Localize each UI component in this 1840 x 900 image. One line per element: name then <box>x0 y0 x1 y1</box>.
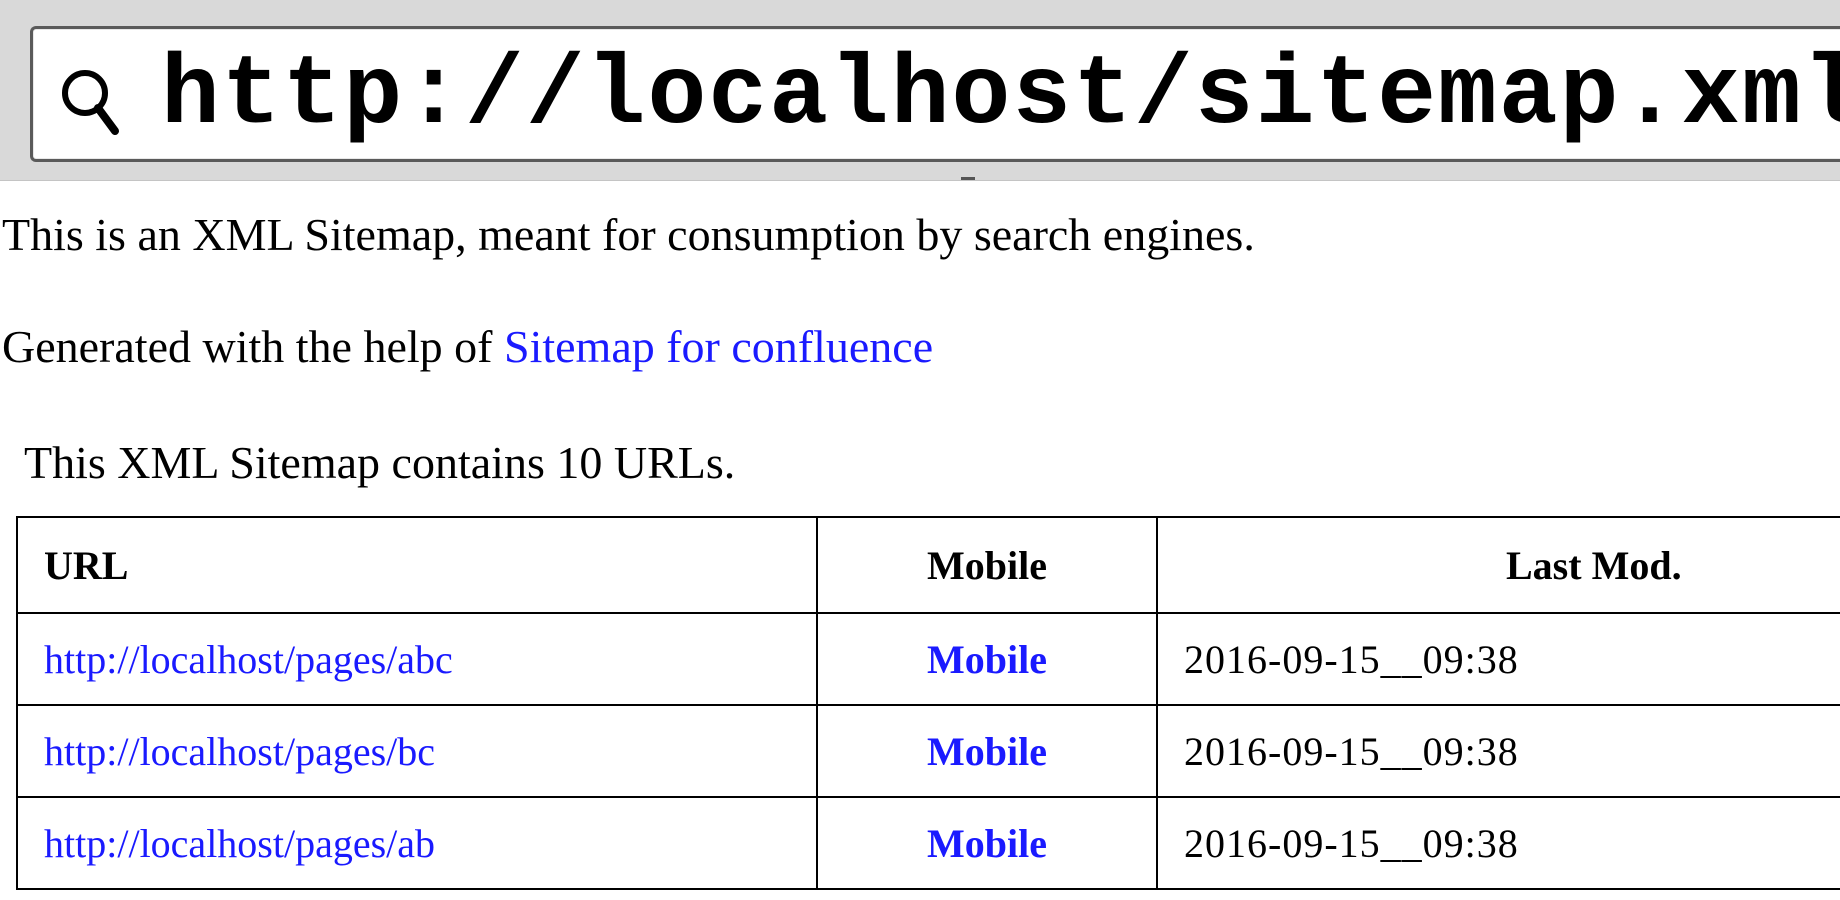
table-row: http://localhost/pages/bc Mobile 2016-09… <box>16 704 1840 798</box>
row-url-link[interactable]: http://localhost/pages/abc <box>44 637 453 682</box>
row-last-mod: 2016-09-15__09:38 <box>1184 728 1519 774</box>
column-header-last-mod[interactable]: Last Mod. <box>1156 516 1840 614</box>
row-url-link[interactable]: http://localhost/pages/ab <box>44 821 435 866</box>
table-row: http://localhost/pages/ab Mobile 2016-09… <box>16 796 1840 890</box>
page-content: This is an XML Sitemap, meant for consum… <box>0 180 1840 900</box>
intro-text: This is an XML Sitemap, meant for consum… <box>2 209 1255 260</box>
url-count-text: This XML Sitemap contains 10 URLs. <box>24 437 736 488</box>
row-last-mod: 2016-09-15__09:38 <box>1184 636 1519 682</box>
row-last-mod: 2016-09-15__09:38 <box>1184 820 1519 866</box>
row-mobile-link[interactable]: Mobile <box>927 637 1047 682</box>
search-icon <box>62 70 119 135</box>
row-url-link[interactable]: http://localhost/pages/bc <box>44 729 435 774</box>
row-mobile-link[interactable]: Mobile <box>927 821 1047 866</box>
browser-window: http://localhost/sitemap.xml This is an … <box>0 0 1840 900</box>
sitemap-for-confluence-link[interactable]: Sitemap for confluence <box>504 321 933 372</box>
table-row: http://localhost/pages/abc Mobile 2016-0… <box>16 612 1840 706</box>
table-header-row: URL Mobile Last Mod. <box>16 516 1840 614</box>
row-mobile-link[interactable]: Mobile <box>927 729 1047 774</box>
column-header-url[interactable]: URL <box>16 516 818 614</box>
generated-prefix: Generated with the help of <box>2 321 504 372</box>
generated-line: Generated with the help of Sitemap for c… <box>2 320 933 373</box>
address-bar[interactable]: http://localhost/sitemap.xml <box>30 26 1840 180</box>
browser-toolbar: http://localhost/sitemap.xml <box>0 0 1840 181</box>
address-url[interactable]: http://localhost/sitemap.xml <box>161 47 1840 147</box>
column-header-mobile[interactable]: Mobile <box>816 516 1158 614</box>
sitemap-table: URL Mobile Last Mod. http://localhost/pa… <box>16 516 1840 890</box>
